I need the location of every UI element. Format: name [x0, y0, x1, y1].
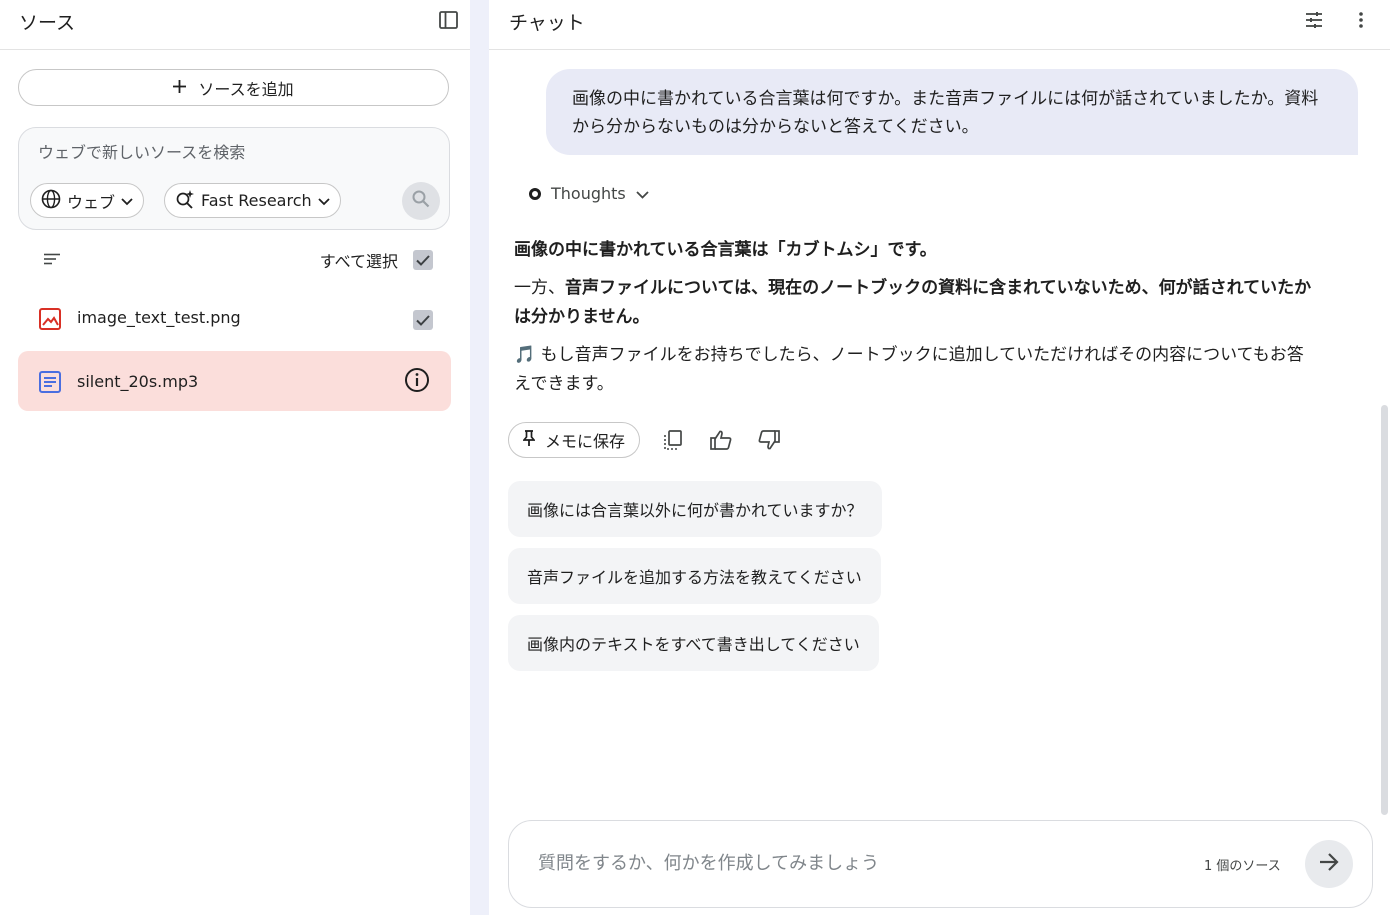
- arrow-right-icon: [1319, 853, 1339, 875]
- select-all-checkbox[interactable]: [413, 250, 433, 270]
- collapse-panel-icon[interactable]: [437, 9, 459, 31]
- answer-paragraph-2: 音声ファイルについては、現在のノートブックの資料に含まれていないため、何が話され…: [514, 278, 1312, 327]
- user-message: 画像の中に書かれている合言葉は何ですか。また音声ファイルには何が話されていました…: [546, 69, 1358, 155]
- source-count: 1 個のソース: [1204, 859, 1281, 874]
- music-note-icon: 🎵: [514, 345, 536, 365]
- sources-panel: ソース ソースを追加 ウェブ Fast Research: [0, 0, 470, 915]
- check-icon: [416, 254, 430, 266]
- source-checkbox[interactable]: [413, 310, 433, 330]
- chat-header: チャット: [489, 0, 1390, 50]
- save-to-note-button[interactable]: メモに保存: [508, 422, 641, 458]
- research-mode-chip[interactable]: Fast Research: [164, 183, 341, 218]
- web-search-input[interactable]: [38, 143, 398, 162]
- web-search-box: ウェブ Fast Research: [18, 127, 450, 230]
- chat-input[interactable]: [538, 853, 1178, 874]
- save-to-note-label: メモに保存: [545, 432, 626, 451]
- image-file-icon: [38, 307, 62, 331]
- thumbs-up-icon[interactable]: [706, 425, 736, 455]
- filter-icon[interactable]: [42, 251, 62, 267]
- globe-icon: [41, 189, 61, 213]
- assistant-answer: 画像の中に書かれている合言葉は「カブトムシ」です。 一方、音声ファイルについては…: [514, 236, 1314, 408]
- plus-icon: [173, 78, 187, 97]
- send-button[interactable]: [1305, 840, 1353, 888]
- sparkle-search-icon: [175, 189, 195, 213]
- source-item-audio[interactable]: silent_20s.mp3: [18, 351, 451, 411]
- chevron-down-icon: [636, 184, 649, 203]
- answer-actions: メモに保存: [508, 421, 784, 459]
- answer-paragraph-1: 画像の中に書かれている合言葉は「カブトムシ」です。: [514, 240, 937, 260]
- thumbs-down-icon[interactable]: [754, 425, 784, 455]
- more-vert-icon[interactable]: [1351, 9, 1371, 31]
- add-source-button[interactable]: ソースを追加: [18, 69, 449, 106]
- document-icon: [38, 370, 62, 394]
- web-chip-label: ウェブ: [67, 192, 116, 212]
- search-icon: [412, 190, 430, 212]
- chevron-down-icon: [121, 191, 133, 210]
- research-chip-label: Fast Research: [201, 191, 312, 210]
- info-icon[interactable]: [404, 367, 430, 393]
- chat-scrollbar[interactable]: [1381, 405, 1388, 815]
- thoughts-label: Thoughts: [551, 184, 626, 203]
- chat-panel: チャット 画像の中に書かれている合言葉は何ですか。また音声ファイルには何が話され…: [489, 0, 1390, 915]
- suggested-question[interactable]: 音声ファイルを追加する方法を教えてください: [508, 548, 881, 604]
- sources-header: ソース: [0, 0, 470, 50]
- suggested-question[interactable]: 画像内のテキストをすべて書き出してください: [508, 615, 879, 671]
- suggested-question[interactable]: 画像には合言葉以外に何が書かれていますか？: [508, 481, 882, 537]
- source-name: silent_20s.mp3: [77, 372, 199, 391]
- source-name: image_text_test.png: [77, 308, 241, 327]
- thought-dot-icon: [529, 187, 541, 200]
- answer-paragraph-2-prefix: 一方、: [514, 278, 565, 298]
- web-chip[interactable]: ウェブ: [30, 183, 145, 218]
- sources-title: ソース: [19, 12, 76, 34]
- search-submit-button[interactable]: [402, 182, 440, 220]
- chat-title: チャット: [509, 12, 585, 34]
- tune-icon[interactable]: [1303, 9, 1325, 31]
- source-item-image[interactable]: image_text_test.png: [18, 288, 451, 348]
- copy-icon[interactable]: [658, 425, 688, 455]
- pin-icon: [522, 430, 536, 450]
- chevron-down-icon: [317, 191, 330, 210]
- check-icon: [416, 314, 430, 326]
- select-all-row: すべて選択: [18, 240, 450, 278]
- answer-paragraph-3: もし音声ファイルをお持ちでしたら、ノートブックに追加していただければその内容につ…: [514, 345, 1304, 394]
- chat-composer: 1 個のソース: [508, 820, 1373, 908]
- add-source-label: ソースを追加: [198, 79, 294, 99]
- select-all-label: すべて選択: [319, 252, 398, 271]
- thoughts-toggle[interactable]: Thoughts: [529, 184, 649, 203]
